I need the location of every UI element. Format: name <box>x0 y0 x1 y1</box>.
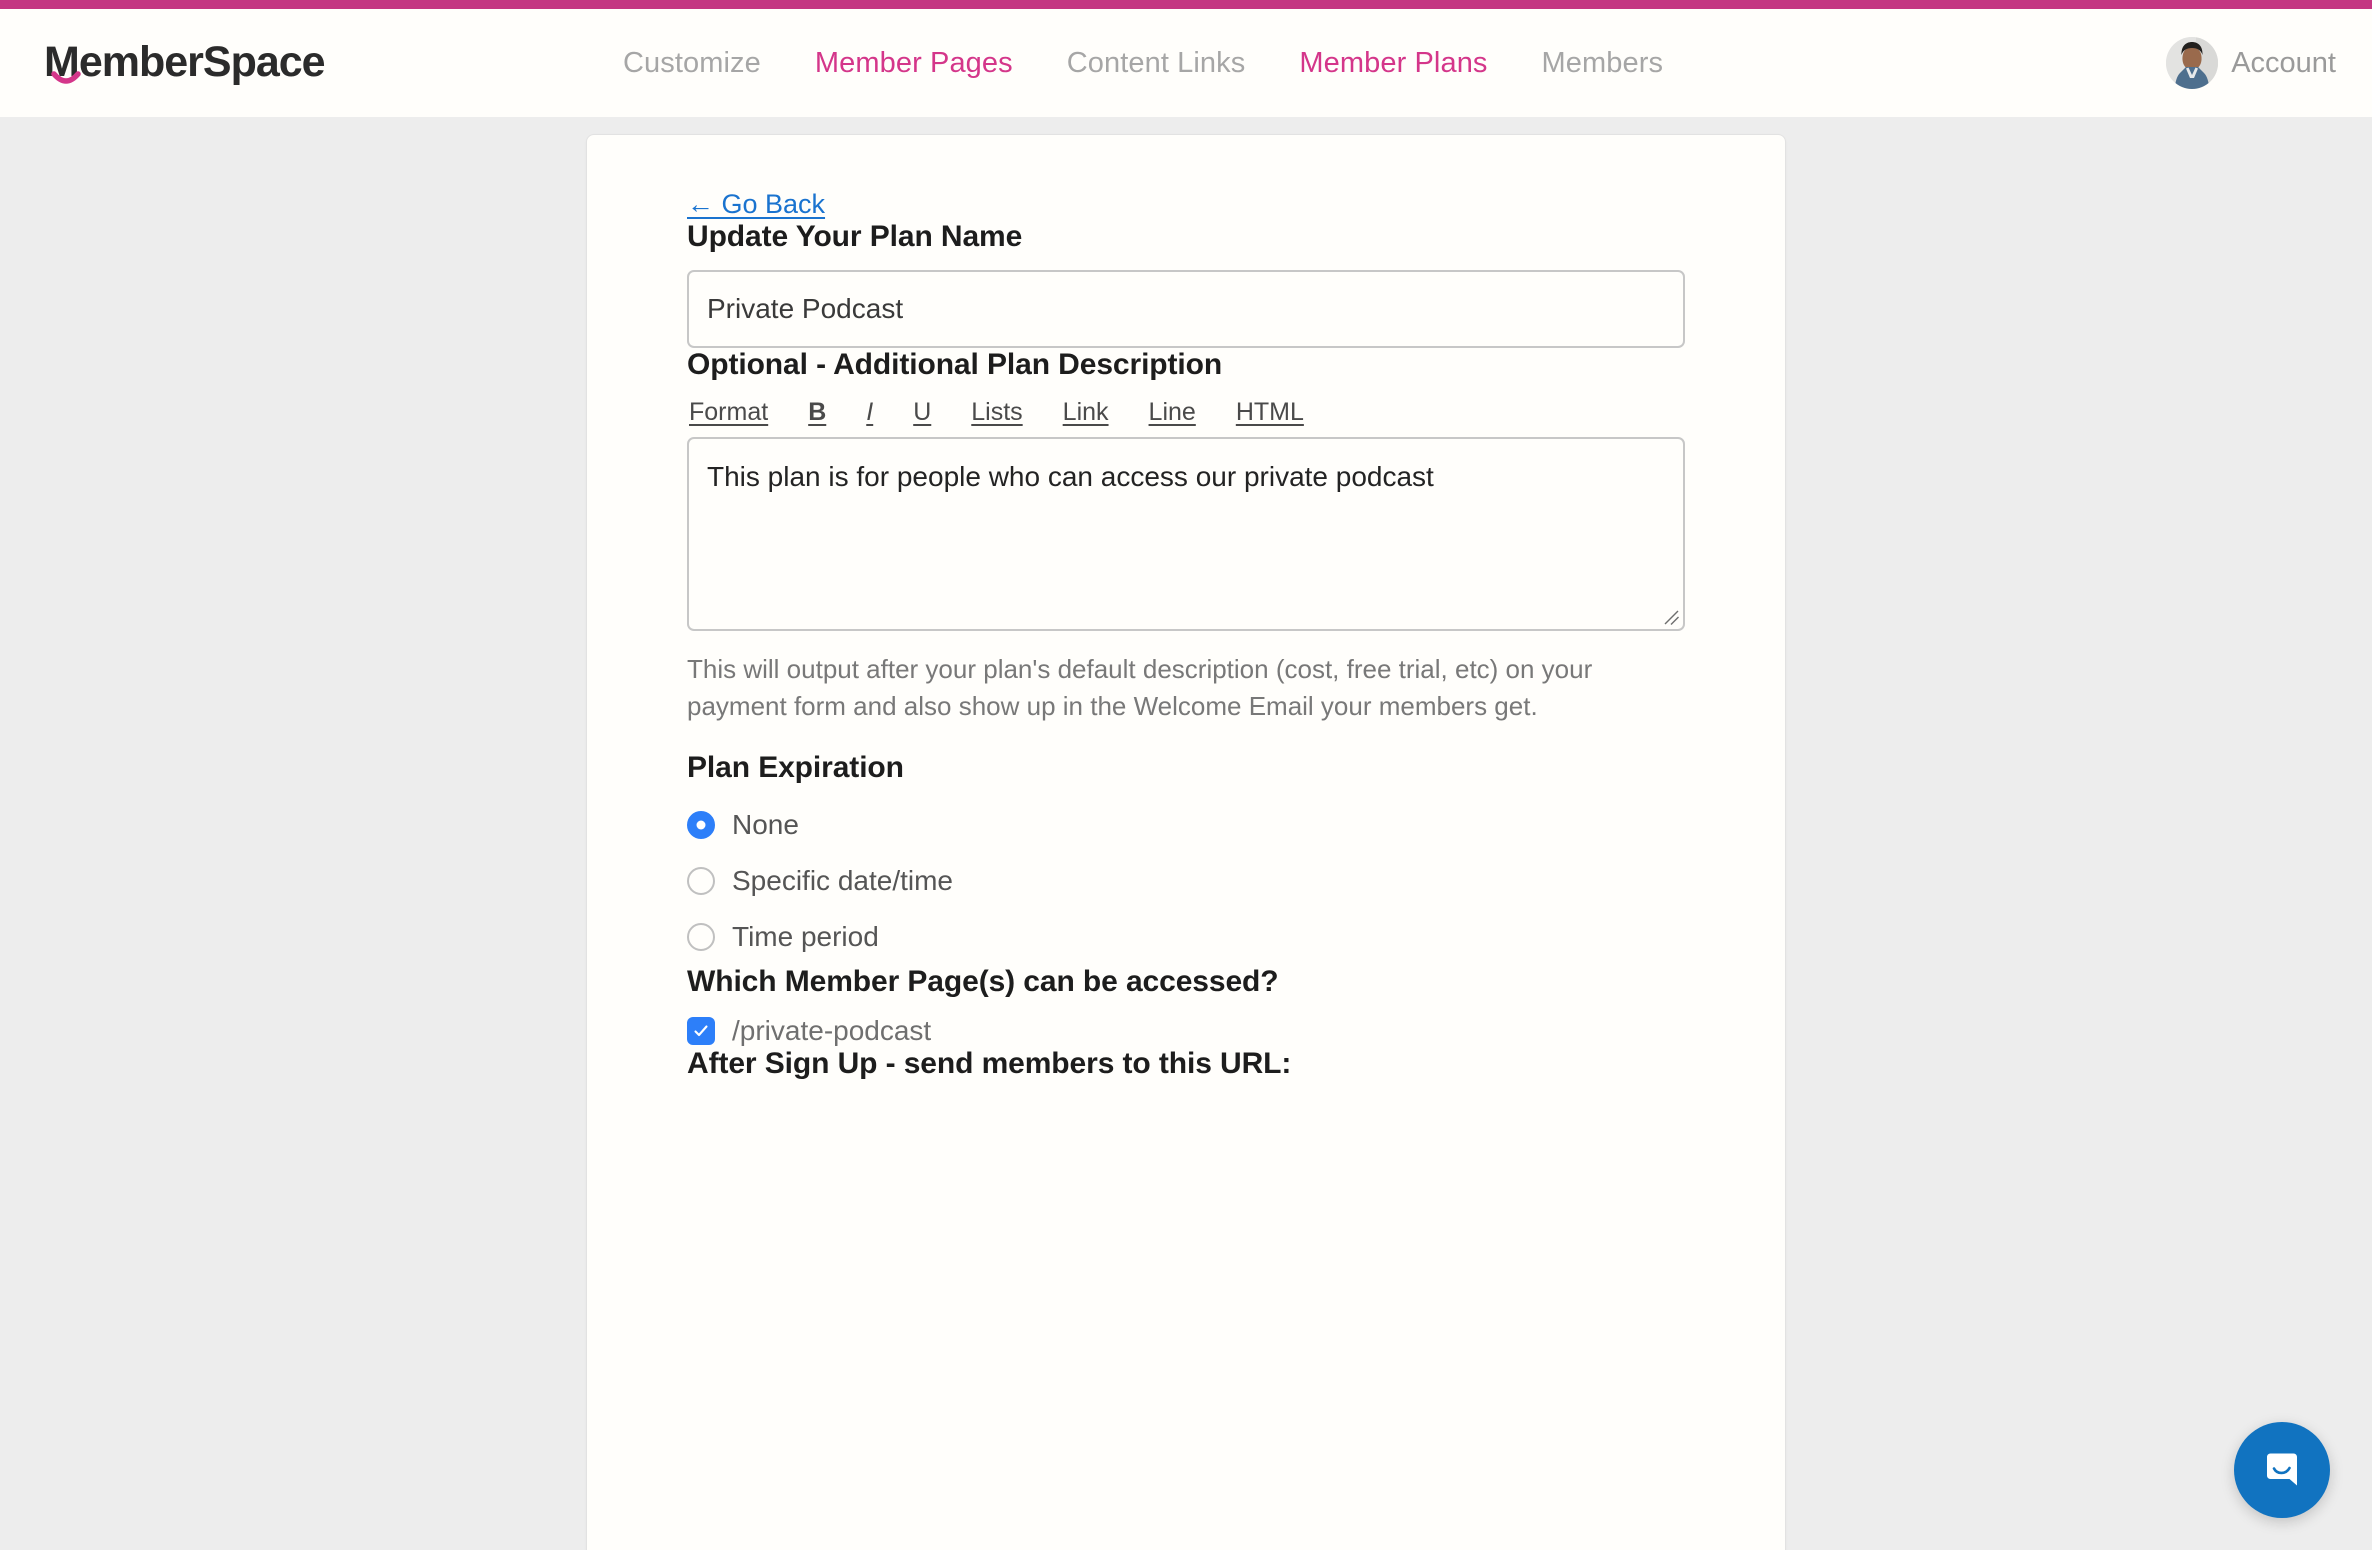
main-nav: Customize Member Pages Content Links Mem… <box>596 9 1690 117</box>
checkmark-icon <box>694 1025 708 1036</box>
radio-time-period-label: Time period <box>732 920 879 952</box>
toolbar-underline-button[interactable]: U <box>893 398 951 427</box>
radio-option-none[interactable]: None <box>687 797 1685 853</box>
nav-item-customize[interactable]: Customize <box>596 47 788 80</box>
top-accent-bar <box>0 0 2372 9</box>
toolbar-italic-button[interactable]: I <box>846 398 893 427</box>
radio-time-period-indicator[interactable] <box>687 922 715 951</box>
toolbar-link-button[interactable]: Link <box>1043 398 1129 427</box>
radio-none-indicator[interactable] <box>687 810 715 839</box>
toolbar-line-button[interactable]: Line <box>1129 398 1216 427</box>
account-label: Account <box>2231 46 2336 79</box>
chat-launcher-button[interactable] <box>2234 1422 2330 1518</box>
go-back-link[interactable]: ← Go Back <box>687 189 825 220</box>
radio-none-label: None <box>732 808 799 840</box>
plan-description-heading: Optional - Additional Plan Description <box>687 348 1223 381</box>
plan-name-input[interactable] <box>687 270 1685 348</box>
page-body: ← Go Back Update Your Plan Name Optional… <box>0 117 2372 1550</box>
plan-expiration-heading: Plan Expiration <box>687 750 904 784</box>
toolbar-bold-button[interactable]: B <box>788 398 846 427</box>
account-menu[interactable]: Account <box>2166 37 2336 89</box>
radio-specific-datetime-label: Specific date/time <box>732 864 953 896</box>
after-signup-heading: After Sign Up - send members to this URL… <box>687 1046 1292 1080</box>
radio-option-specific-datetime[interactable]: Specific date/time <box>687 853 1685 909</box>
chat-bubble-icon <box>2267 1453 2297 1486</box>
plan-expiration-radio-group: None Specific date/time Time period <box>687 797 1685 965</box>
memberspace-logo-icon: MemberSpace <box>44 38 326 86</box>
plan-description-textarea[interactable] <box>687 437 1685 631</box>
plan-edit-card: ← Go Back Update Your Plan Name Optional… <box>586 134 1786 1550</box>
toolbar-lists-button[interactable]: Lists <box>951 398 1042 427</box>
nav-item-members[interactable]: Members <box>1515 47 1691 80</box>
radio-specific-datetime-indicator[interactable] <box>687 866 715 895</box>
avatar-photo-icon <box>2166 37 2219 89</box>
member-page-label: /private-podcast <box>732 1014 932 1046</box>
nav-item-content-links[interactable]: Content Links <box>1040 47 1273 80</box>
brand-logo[interactable]: MemberSpace <box>44 9 414 117</box>
toolbar-format-button[interactable]: Format <box>689 398 788 427</box>
plan-description-help-text: This will output after your plan's defau… <box>687 654 1593 721</box>
plan-name-heading: Update Your Plan Name <box>687 220 1023 253</box>
toolbar-html-button[interactable]: HTML <box>1216 398 1324 427</box>
svg-text:MemberSpace: MemberSpace <box>44 38 325 86</box>
member-page-checkbox[interactable] <box>687 1016 715 1045</box>
radio-option-time-period[interactable]: Time period <box>687 909 1685 965</box>
editor-toolbar: Format B I U Lists Link Line HTML <box>687 398 1685 427</box>
nav-item-member-plans[interactable]: Member Plans <box>1272 47 1514 80</box>
plan-description-editor <box>687 437 1685 631</box>
avatar <box>2166 37 2219 89</box>
app-header: MemberSpace Customize Member Pages Conte… <box>0 9 2372 117</box>
member-page-checkbox-row[interactable]: /private-podcast <box>687 1015 1685 1047</box>
member-pages-heading: Which Member Page(s) can be accessed? <box>687 964 1279 998</box>
nav-item-member-pages[interactable]: Member Pages <box>788 47 1040 80</box>
